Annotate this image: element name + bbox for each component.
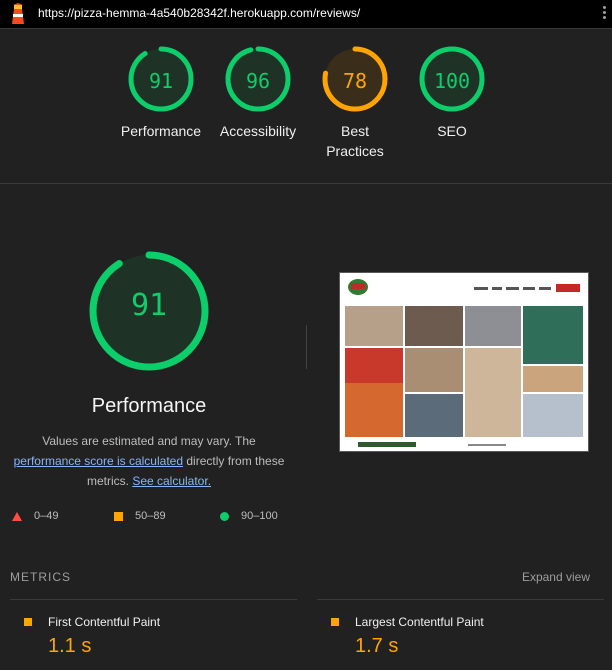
gallery-photo: [345, 306, 403, 346]
legend-pass-range: 90–100: [241, 510, 278, 522]
performance-description: Values are estimated and may vary. The p…: [0, 431, 298, 491]
gallery-photo: [523, 366, 583, 392]
metrics-heading: METRICS: [10, 570, 71, 584]
gauge-performance[interactable]: 91 Performance: [111, 46, 211, 141]
gallery-photo: [523, 394, 583, 437]
gauge-best-practices[interactable]: 78 Best Practices: [305, 46, 405, 161]
nav-button: [556, 284, 580, 292]
divider: [10, 599, 297, 600]
heading-bar: [358, 442, 416, 447]
lighthouse-logo-icon: [12, 3, 24, 24]
gauge-label: Accessibility: [219, 123, 297, 139]
fail-triangle-icon: [12, 511, 22, 521]
top-bar: https://pizza-hemma-4a540b28342f.herokua…: [0, 0, 612, 29]
gauge-score: 91: [148, 69, 174, 93]
average-square-icon: [331, 618, 339, 626]
screenshot-footer: [340, 439, 588, 451]
legend-fail-range: 0–49: [34, 510, 59, 522]
nav-item: [474, 287, 488, 290]
text-bar: [468, 444, 506, 446]
gallery-photo: [523, 306, 583, 364]
performance-score: 91: [130, 288, 168, 323]
gauge-score: 96: [245, 69, 271, 93]
gauge-score: 100: [433, 69, 471, 93]
legend-fail: 0–49: [12, 510, 58, 522]
performance-gauge-large: 91: [88, 250, 210, 372]
gallery-photo: [405, 306, 463, 346]
page-url: https://pizza-hemma-4a540b28342f.herokua…: [38, 6, 361, 20]
gauge-label: Best Practices: [326, 123, 384, 159]
pass-circle-icon: [220, 511, 229, 521]
gauge-label: SEO: [437, 123, 467, 139]
see-calculator-link[interactable]: See calculator.: [132, 474, 211, 488]
nav-item: [506, 287, 519, 290]
gallery-photo: [465, 306, 521, 346]
gallery-photo: [465, 348, 521, 437]
scores-summary: 91 Performance 96 Accessibility 78 Best …: [0, 29, 612, 184]
gallery-photo: [405, 348, 463, 392]
legend-pass: 90–100: [220, 510, 278, 522]
expand-view-button[interactable]: Expand view: [522, 570, 590, 584]
average-square-icon: [114, 511, 123, 521]
gallery-photo: [405, 394, 463, 437]
average-square-icon: [24, 618, 32, 626]
metric-name: Largest Contentful Paint: [355, 615, 484, 629]
gallery-photo: [345, 383, 403, 437]
screenshot-navbar: [340, 273, 588, 303]
nav-item: [539, 287, 551, 290]
divider: [306, 325, 307, 369]
description-text: Values are estimated and may vary. The: [42, 434, 256, 448]
divider: [317, 599, 604, 600]
nav-item: [523, 287, 535, 290]
gauge-accessibility[interactable]: 96 Accessibility: [208, 46, 308, 141]
performance-title: Performance: [91, 395, 207, 417]
metric-value: 1.1 s: [48, 635, 92, 657]
metric-value: 1.7 s: [355, 635, 399, 657]
metric-name: First Contentful Paint: [48, 615, 161, 629]
gauge-label: Performance: [120, 123, 202, 139]
gauge-score: 78: [342, 69, 368, 93]
site-logo-banner: [351, 283, 365, 289]
score-calculated-link[interactable]: performance score is calculated: [14, 454, 183, 468]
nav-item: [492, 287, 502, 290]
final-screenshot[interactable]: [339, 272, 589, 452]
legend-average-range: 50–89: [135, 510, 166, 522]
gauge-seo[interactable]: 100 SEO: [402, 46, 502, 141]
more-options-icon[interactable]: [602, 6, 608, 22]
legend-average: 50–89: [114, 510, 166, 522]
